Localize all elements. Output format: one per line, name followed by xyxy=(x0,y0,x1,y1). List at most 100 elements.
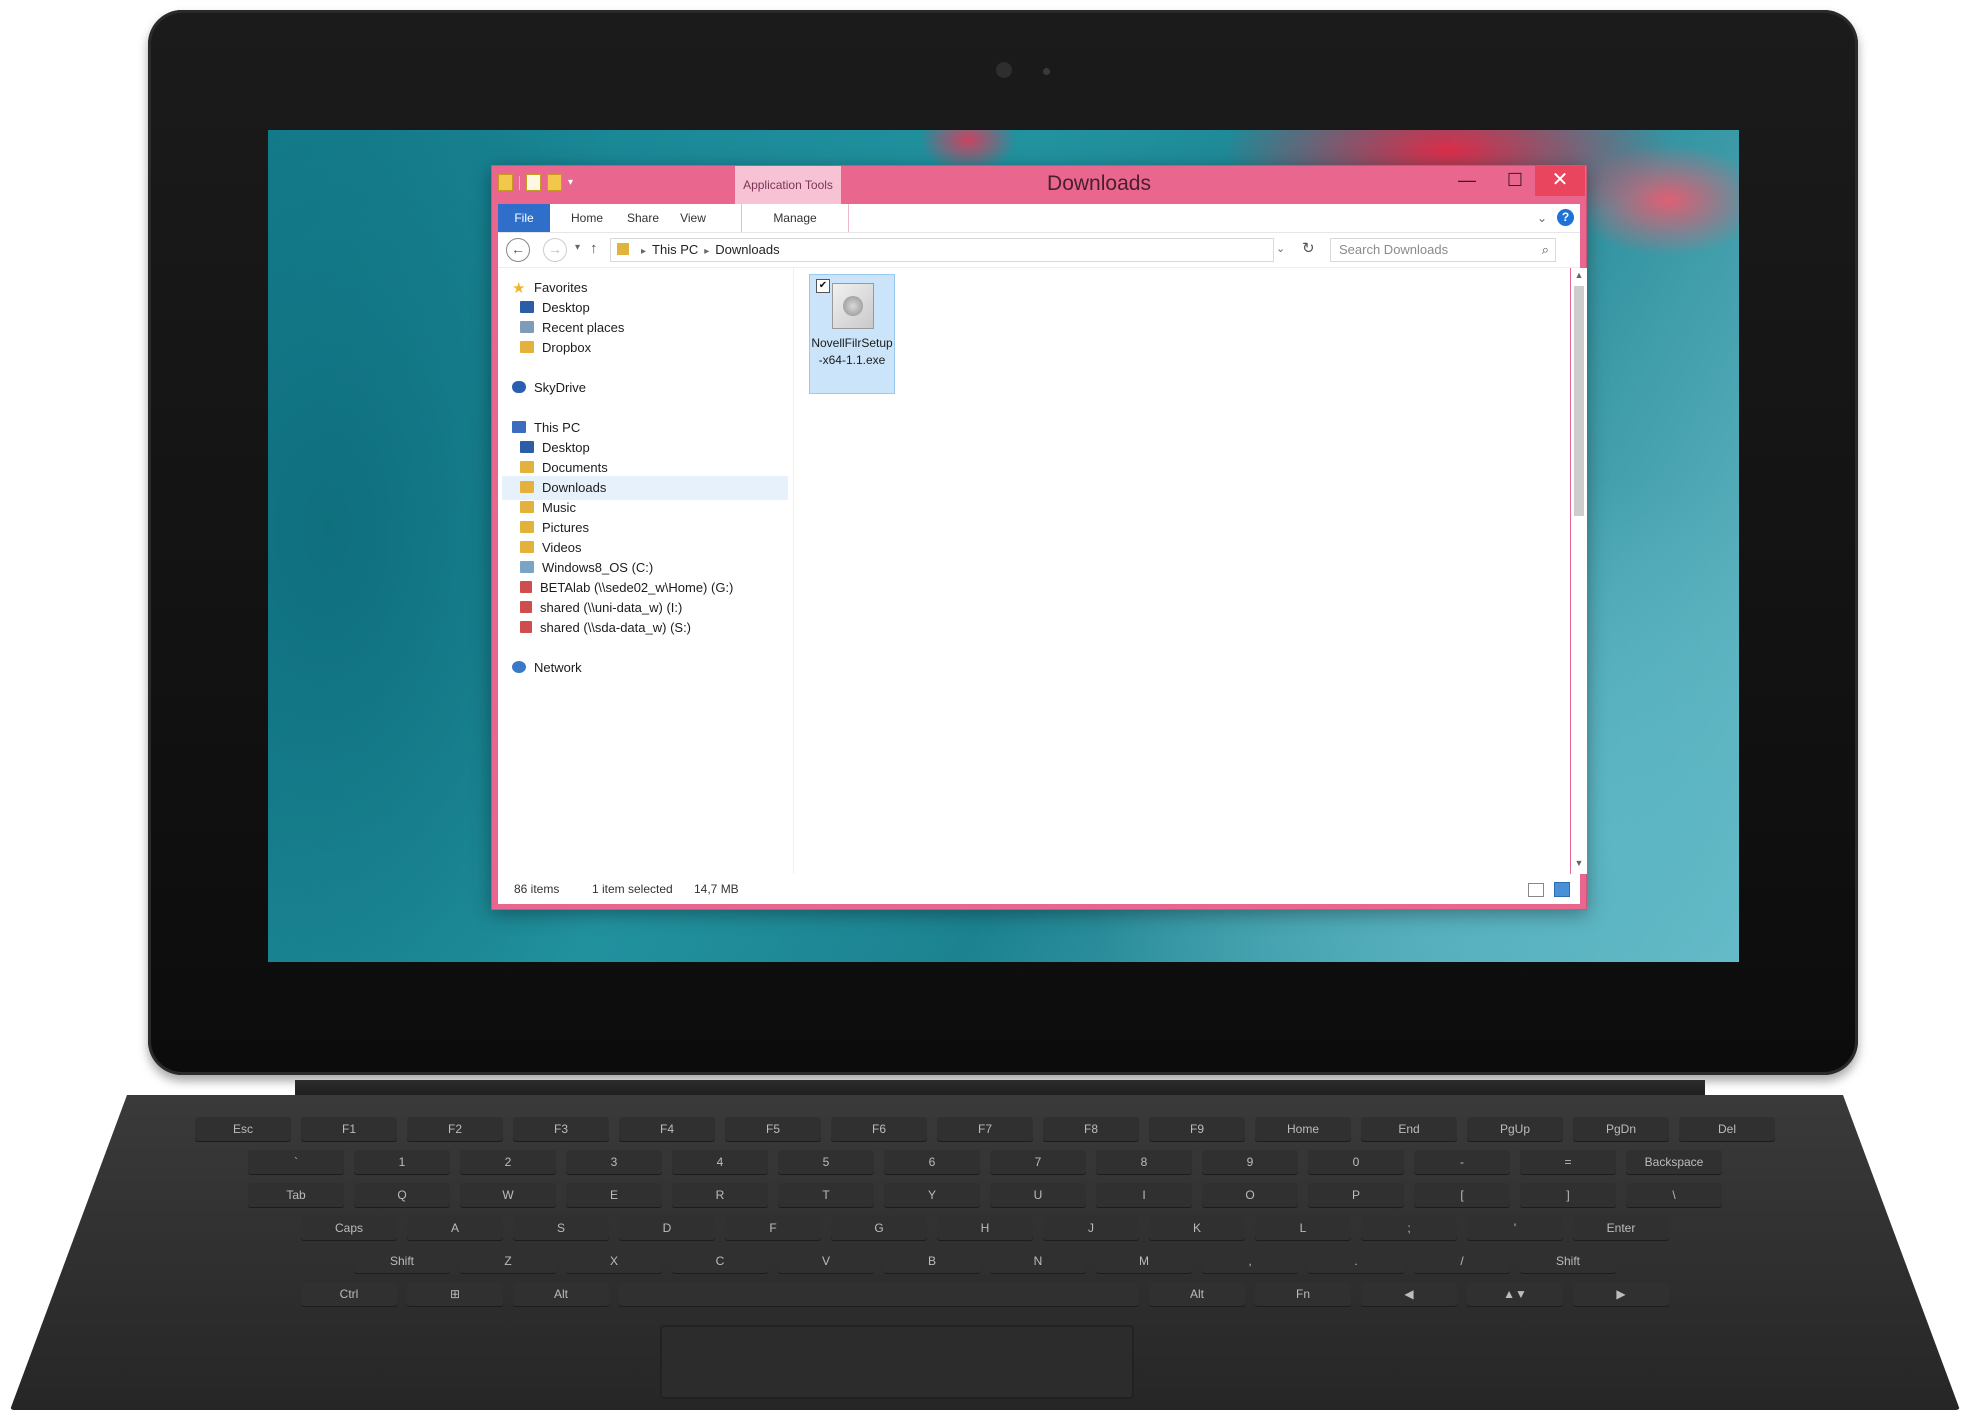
keyboard-key[interactable]: S xyxy=(513,1216,609,1240)
keyboard-key[interactable]: O xyxy=(1202,1183,1298,1207)
keyboard-key[interactable]: . xyxy=(1308,1249,1404,1273)
recent-locations-icon[interactable]: ▾ xyxy=(575,242,580,253)
keyboard-key[interactable]: ⊞ xyxy=(407,1282,503,1306)
keyboard-key[interactable]: T xyxy=(778,1183,874,1207)
details-view-icon[interactable] xyxy=(1528,883,1544,897)
keyboard-key[interactable]: 7 xyxy=(990,1150,1086,1174)
keyboard-key[interactable]: 6 xyxy=(884,1150,980,1174)
keyboard-key[interactable]: ▲▼ xyxy=(1467,1282,1563,1306)
keyboard-key[interactable]: A xyxy=(407,1216,503,1240)
keyboard-key[interactable]: P xyxy=(1308,1183,1404,1207)
keyboard-key[interactable]: 0 xyxy=(1308,1150,1404,1174)
minimize-button[interactable]: — xyxy=(1445,166,1489,196)
keyboard-key[interactable]: K xyxy=(1149,1216,1245,1240)
keyboard-key[interactable]: Alt xyxy=(1149,1282,1245,1306)
keyboard-key[interactable]: Home xyxy=(1255,1117,1351,1141)
keyboard-key[interactable]: 2 xyxy=(460,1150,556,1174)
keyboard-key[interactable]: PgDn xyxy=(1573,1117,1669,1141)
scroll-up-icon[interactable]: ▲ xyxy=(1571,270,1587,280)
keyboard-key[interactable]: 1 xyxy=(354,1150,450,1174)
file-list[interactable]: ✔ NovellFilrSetup-x64-1.1.exe xyxy=(794,268,1570,874)
search-icon[interactable]: ⌕ xyxy=(1542,239,1549,261)
keyboard-key[interactable]: F2 xyxy=(407,1117,503,1141)
breadcrumb-this-pc[interactable]: This PC xyxy=(652,242,698,257)
keyboard-key[interactable]: - xyxy=(1414,1150,1510,1174)
keyboard-key[interactable]: / xyxy=(1414,1249,1510,1273)
keyboard-key[interactable]: Y xyxy=(884,1183,980,1207)
keyboard-key[interactable]: ▶ xyxy=(1573,1282,1669,1306)
keyboard-key[interactable]: End xyxy=(1361,1117,1457,1141)
keyboard-key[interactable]: F3 xyxy=(513,1117,609,1141)
tab-file[interactable]: File xyxy=(498,204,550,232)
keyboard-key[interactable]: B xyxy=(884,1249,980,1273)
keyboard-key[interactable]: U xyxy=(990,1183,1086,1207)
keyboard-key[interactable]: Caps xyxy=(301,1216,397,1240)
keyboard-key[interactable]: M xyxy=(1096,1249,1192,1273)
keyboard-key[interactable]: 3 xyxy=(566,1150,662,1174)
address-field[interactable]: ▸ This PC ▸ Downloads xyxy=(610,238,1274,262)
breadcrumb-downloads[interactable]: Downloads xyxy=(715,242,779,257)
keyboard-key[interactable]: ; xyxy=(1361,1216,1457,1240)
keyboard-key[interactable]: Alt xyxy=(513,1282,609,1306)
tab-manage[interactable]: Manage xyxy=(741,204,849,232)
keyboard-key[interactable]: F xyxy=(725,1216,821,1240)
keyboard-key[interactable]: D xyxy=(619,1216,715,1240)
keyboard-key[interactable]: Q xyxy=(354,1183,450,1207)
keyboard-key[interactable]: F6 xyxy=(831,1117,927,1141)
keyboard-key[interactable]: Del xyxy=(1679,1117,1775,1141)
large-icons-view-icon[interactable] xyxy=(1554,882,1570,897)
keyboard-key[interactable]: , xyxy=(1202,1249,1298,1273)
file-checkbox[interactable]: ✔ xyxy=(816,279,830,293)
keyboard-key[interactable]: 5 xyxy=(778,1150,874,1174)
keyboard-key[interactable]: Fn xyxy=(1255,1282,1351,1306)
keyboard-key[interactable]: Ctrl xyxy=(301,1282,397,1306)
keyboard-key[interactable]: W xyxy=(460,1183,556,1207)
keyboard-key[interactable]: R xyxy=(672,1183,768,1207)
nav-drive-s[interactable]: shared (\\sda-data_w) (S:) xyxy=(520,616,691,640)
keyboard-key[interactable]: F7 xyxy=(937,1117,1033,1141)
keyboard-key[interactable]: F8 xyxy=(1043,1117,1139,1141)
keyboard-key[interactable]: Z xyxy=(460,1249,556,1273)
keyboard-key[interactable]: L xyxy=(1255,1216,1351,1240)
keyboard-key[interactable]: \ xyxy=(1626,1183,1722,1207)
back-button[interactable]: ← xyxy=(506,238,530,262)
close-button[interactable]: ✕ xyxy=(1535,166,1585,196)
keyboard-key[interactable]: Backspace xyxy=(1626,1150,1722,1174)
keyboard-key[interactable]: Tab xyxy=(248,1183,344,1207)
keyboard-key[interactable]: J xyxy=(1043,1216,1139,1240)
keyboard-key[interactable]: ` xyxy=(248,1150,344,1174)
up-button[interactable]: ↑ xyxy=(590,240,598,257)
scroll-down-icon[interactable]: ▼ xyxy=(1571,858,1587,868)
title-bar[interactable]: ▾ Application Tools Downloads — ☐ ✕ xyxy=(492,166,1586,204)
nav-network[interactable]: Network xyxy=(512,656,582,680)
keyboard-key[interactable]: G xyxy=(831,1216,927,1240)
refresh-button[interactable]: ↻ xyxy=(1302,239,1315,257)
tab-view[interactable]: View xyxy=(672,204,714,232)
keyboard-key[interactable]: F1 xyxy=(301,1117,397,1141)
keyboard-key[interactable]: 9 xyxy=(1202,1150,1298,1174)
keyboard-key[interactable]: I xyxy=(1096,1183,1192,1207)
keyboard-key[interactable]: F5 xyxy=(725,1117,821,1141)
search-input[interactable]: Search Downloads ⌕ xyxy=(1330,238,1556,262)
keyboard-key[interactable]: = xyxy=(1520,1150,1616,1174)
keyboard-key[interactable]: PgUp xyxy=(1467,1117,1563,1141)
keyboard-key[interactable] xyxy=(619,1282,1139,1306)
keyboard-key[interactable]: E xyxy=(566,1183,662,1207)
keyboard-key[interactable]: Shift xyxy=(1520,1249,1616,1273)
help-icon[interactable]: ? xyxy=(1557,209,1574,226)
keyboard-key[interactable]: ' xyxy=(1467,1216,1563,1240)
keyboard-key[interactable]: F4 xyxy=(619,1117,715,1141)
keyboard-key[interactable]: Enter xyxy=(1573,1216,1669,1240)
keyboard-key[interactable]: V xyxy=(778,1249,874,1273)
nav-skydrive[interactable]: SkyDrive xyxy=(512,376,586,400)
tab-home[interactable]: Home xyxy=(562,204,612,232)
scroll-thumb[interactable] xyxy=(1574,286,1584,516)
keyboard-key[interactable]: X xyxy=(566,1249,662,1273)
keyboard-key[interactable]: H xyxy=(937,1216,1033,1240)
keyboard-key[interactable]: [ xyxy=(1414,1183,1510,1207)
keyboard-key[interactable]: Esc xyxy=(195,1117,291,1141)
tab-share[interactable]: Share xyxy=(620,204,666,232)
keyboard-key[interactable]: ◀ xyxy=(1361,1282,1457,1306)
file-item[interactable]: ✔ NovellFilrSetup-x64-1.1.exe xyxy=(809,274,895,394)
trackpad[interactable] xyxy=(660,1325,1134,1399)
